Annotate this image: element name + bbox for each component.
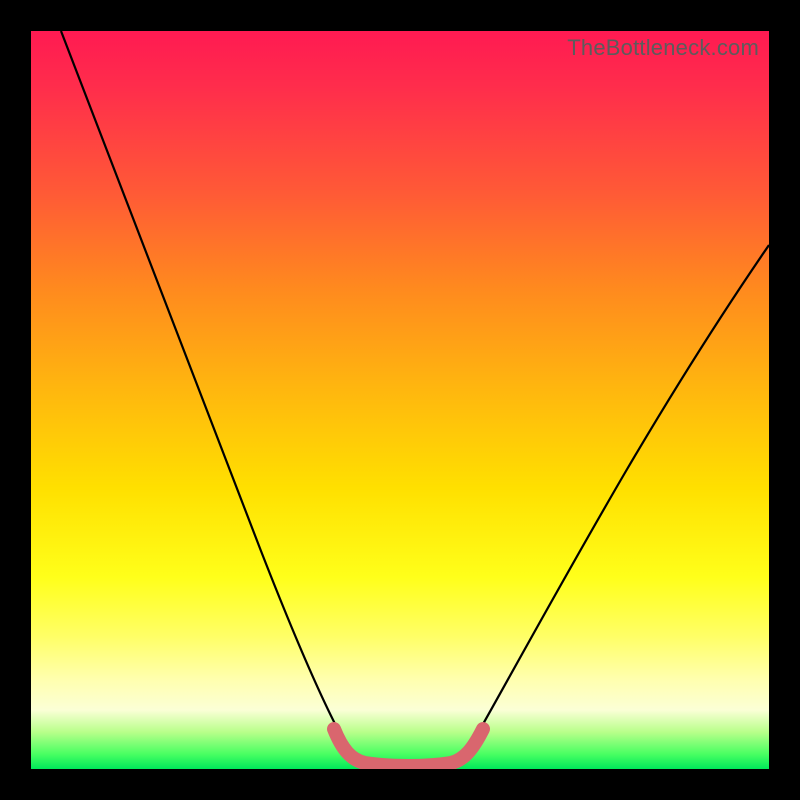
chart-frame: TheBottleneck.com (0, 0, 800, 800)
attribution-text: TheBottleneck.com (567, 35, 759, 61)
curve-layer (31, 31, 769, 769)
bottleneck-curve (61, 31, 769, 766)
highlight-valley (334, 729, 483, 766)
plot-area: TheBottleneck.com (31, 31, 769, 769)
